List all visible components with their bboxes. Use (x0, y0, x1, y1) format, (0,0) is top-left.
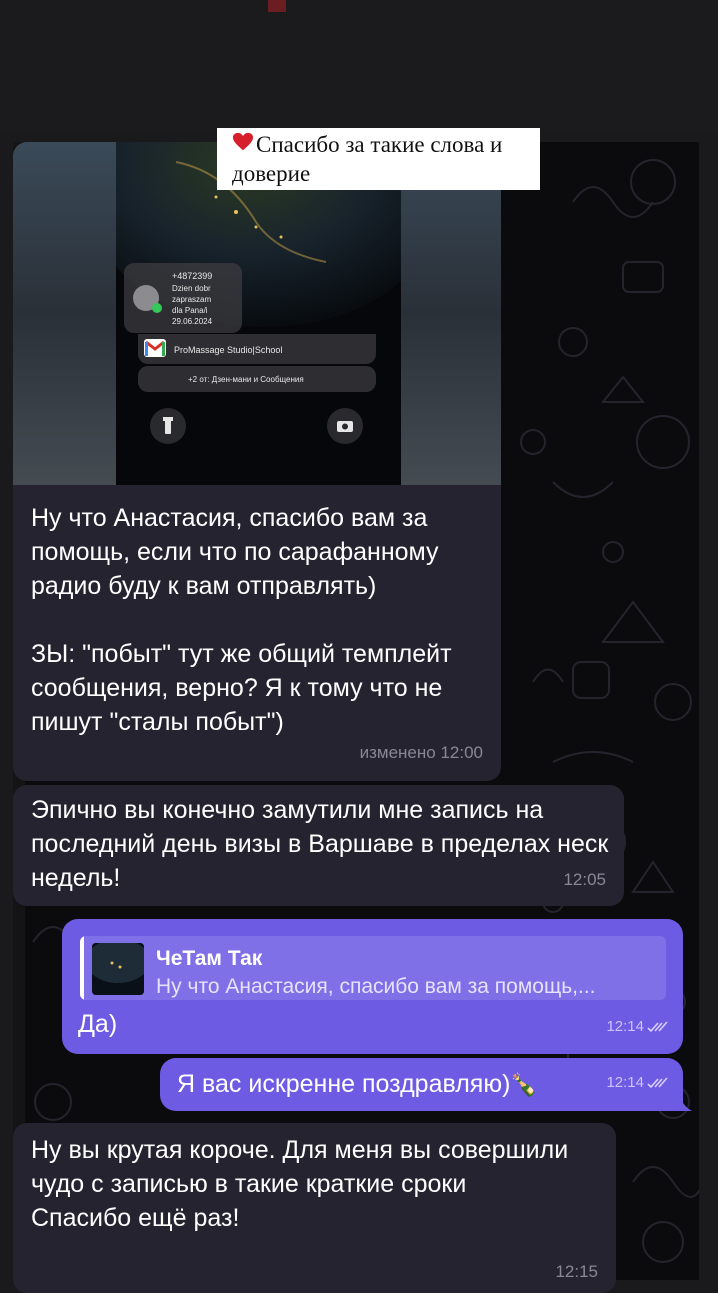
phone-screenshot: +4872399 Dzien dobr zapraszam dla Pana/i… (116, 142, 401, 485)
mail-sender: ProMassage Studio|School (174, 345, 283, 355)
notification-line: dla Pana/i (172, 306, 208, 315)
outgoing-message[interactable]: Я вас искренне поздравляю)🍾 12:14 (160, 1058, 683, 1111)
reply-bar (80, 936, 84, 1000)
top-band (0, 0, 718, 133)
champagne-emoji: 🍾 (510, 1072, 538, 1097)
reply-snippet: Ну что Анастасия, спасибо вам за помощь,… (156, 975, 596, 998)
outgoing-message[interactable]: ЧеТам Так Ну что Анастасия, спасибо вам … (62, 919, 683, 1054)
message-timestamp: 12:05 (563, 870, 606, 889)
flashlight-button[interactable] (150, 408, 186, 444)
incoming-message[interactable]: Ну вы крутая короче. Для меня вы соверши… (13, 1123, 616, 1293)
message-timestamp: 12:15 (555, 1262, 598, 1281)
photo-attachment[interactable]: +4872399 Dzien dobr zapraszam dla Pana/i… (13, 142, 501, 485)
notification-line: Dzien dobr (172, 284, 211, 293)
double-check-icon (647, 1021, 668, 1033)
caption-sticker: Спасибо за такие слова и доверие (217, 128, 540, 190)
message-timestamp: 12:14 (606, 1018, 644, 1035)
contact-avatar (133, 285, 162, 313)
message-text: Да) (78, 1010, 118, 1038)
notification-number: +4872399 (172, 271, 213, 281)
message-timestamp: 12:14 (606, 1074, 644, 1091)
more-notifications[interactable]: +2 от: Дзен-мани и Сообщения (138, 366, 376, 392)
notification-line: zapraszam (172, 295, 212, 304)
message-badge-icon (152, 303, 162, 313)
mail-notification[interactable]: ProMassage Studio|School (138, 334, 376, 364)
notification-date: 29.06.2024 (172, 317, 213, 326)
heart-icon (232, 132, 254, 151)
caption-text: Спасибо за такие слова и доверие (232, 132, 503, 186)
message-timestamp: изменено 12:00 (359, 743, 483, 762)
gmail-icon (144, 339, 166, 357)
message-text: Эпично вы конечно замутили мне запись на… (31, 796, 616, 892)
flashlight-icon (163, 417, 173, 434)
top-marker (268, 0, 286, 12)
camera-icon (337, 421, 353, 432)
double-check-icon (647, 1077, 668, 1089)
message-status: 12:14 (606, 1066, 669, 1100)
message-text: Ну что Анастасия, спасибо вам за помощь,… (31, 504, 452, 736)
reply-thumbnail (92, 943, 144, 995)
message-text-body: Я вас искренне поздравляю) (177, 1070, 511, 1098)
message-text: Я вас искренне поздравляю)🍾 (177, 1067, 538, 1102)
message-status: 12:14 (606, 1010, 669, 1044)
more-notifications-label: +2 от: Дзен-мани и Сообщения (188, 375, 304, 384)
bubble-tail (680, 1097, 692, 1111)
incoming-message[interactable]: Ну что Анастасия, спасибо вам за помощь,… (13, 485, 501, 781)
sms-notification[interactable]: +4872399 Dzien dobr zapraszam dla Pana/i… (124, 263, 242, 333)
message-text: Ну вы крутая короче. Для меня вы соверши… (31, 1136, 569, 1232)
camera-button[interactable] (327, 408, 363, 444)
reply-quote[interactable]: ЧеТам Так Ну что Анастасия, спасибо вам … (80, 936, 666, 1000)
incoming-message[interactable]: Эпично вы конечно замутили мне запись на… (13, 785, 624, 906)
